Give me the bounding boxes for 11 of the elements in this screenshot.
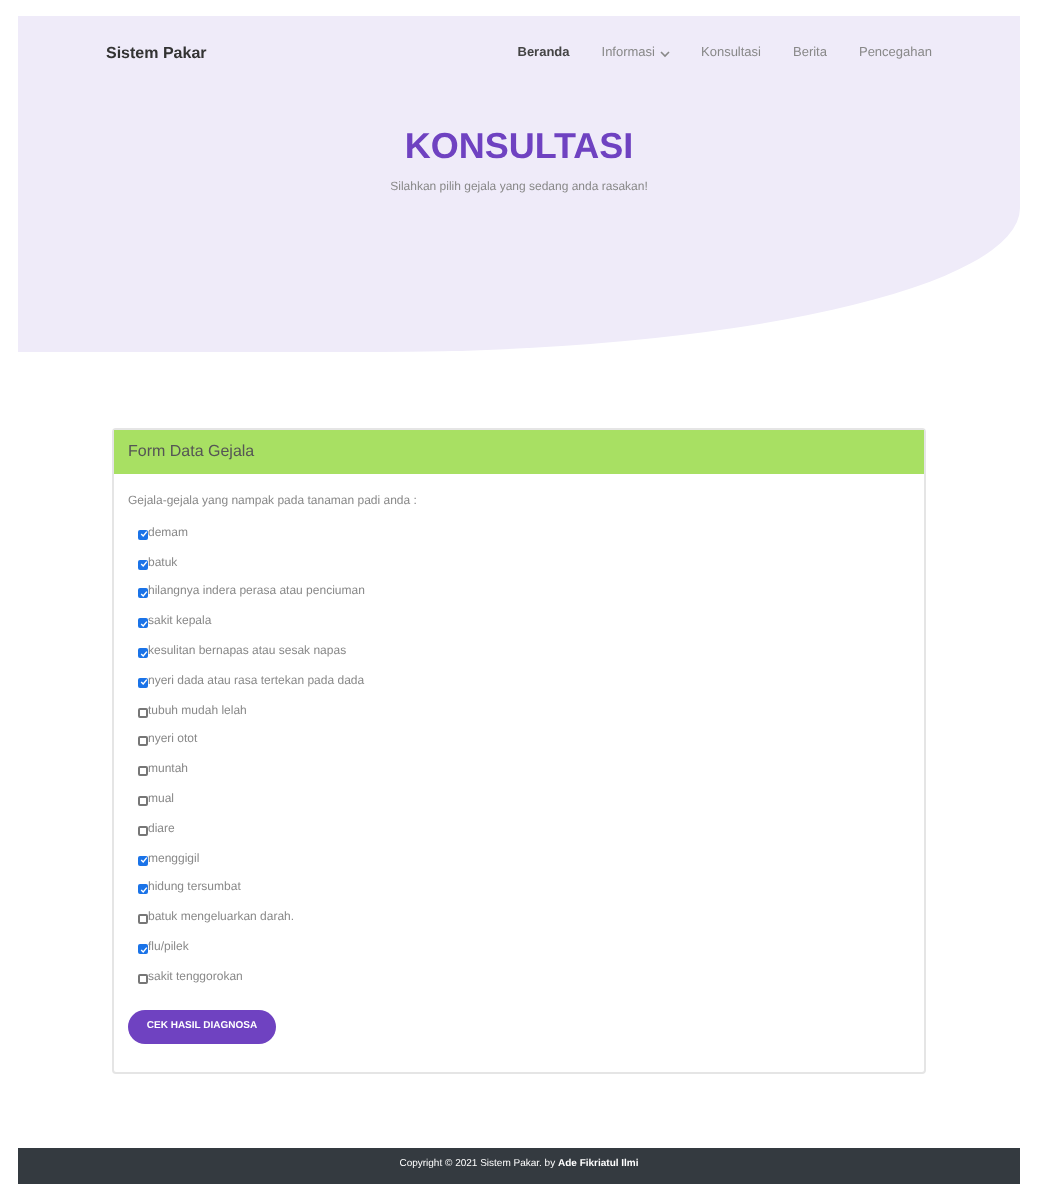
checkbox[interactable] xyxy=(138,973,148,984)
caret-icon xyxy=(659,49,669,57)
card-title: Form Data Gejala xyxy=(128,440,255,464)
checkbox[interactable] xyxy=(138,825,148,836)
checkbox[interactable] xyxy=(138,796,148,807)
checkbox[interactable] xyxy=(138,766,148,777)
page-title: KONSULTASI xyxy=(402,124,636,168)
checkbox[interactable] xyxy=(138,914,148,925)
checkbox[interactable] xyxy=(138,736,148,747)
checkbox[interactable] xyxy=(138,707,148,718)
brand-name: Sistem Pakar xyxy=(106,41,207,65)
